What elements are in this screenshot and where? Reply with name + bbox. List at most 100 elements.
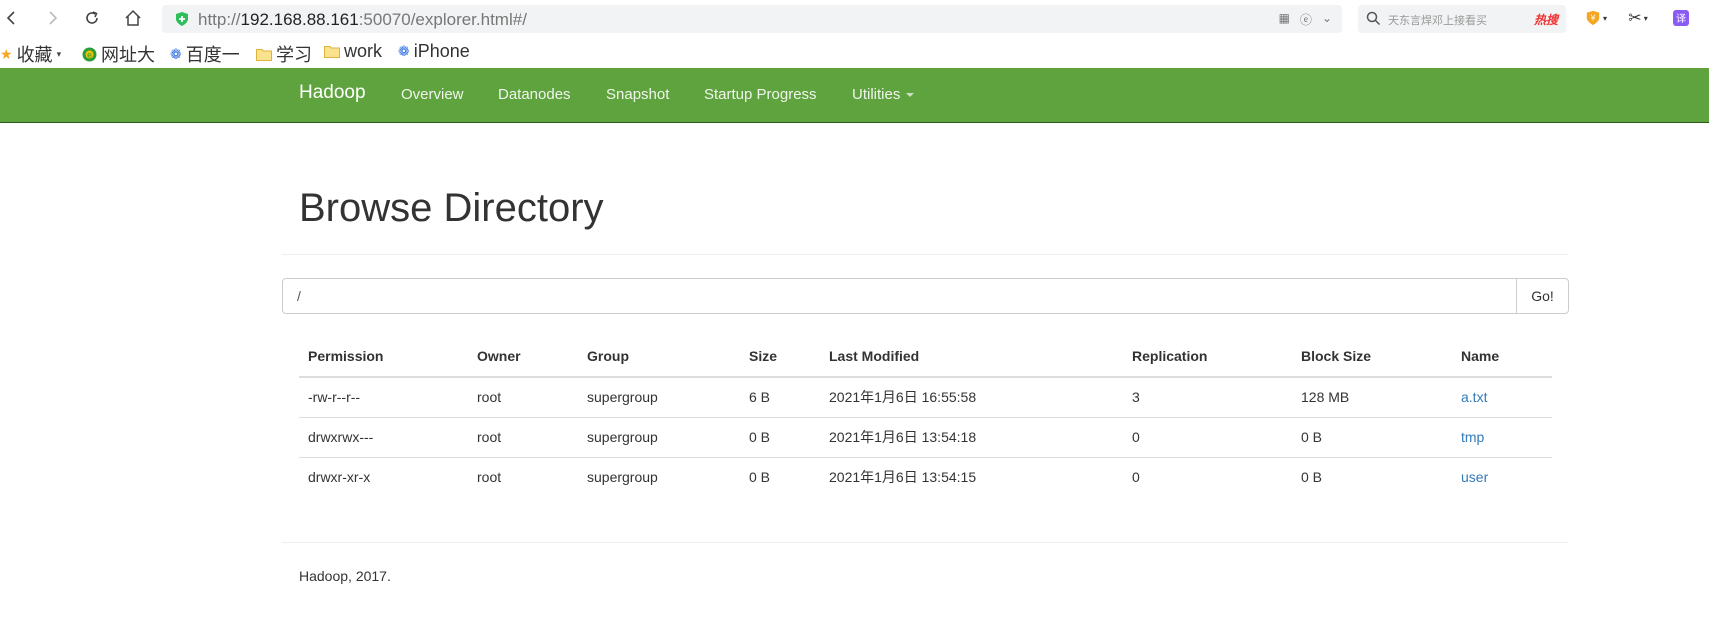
bookmark-item[interactable]: 学习 bbox=[256, 41, 312, 67]
folder-icon bbox=[324, 46, 340, 58]
coin-extension-button[interactable]: ¥ ▾ bbox=[1585, 8, 1607, 28]
hot-search-label[interactable]: 热搜 bbox=[1534, 11, 1558, 28]
baidu-paw-icon: ❁ bbox=[398, 43, 410, 59]
directory-link[interactable]: user bbox=[1461, 469, 1488, 485]
table-header-row: Permission Owner Group Size Last Modifie… bbox=[299, 335, 1552, 378]
bookmark-item[interactable]: ❁ iPhone bbox=[398, 41, 470, 62]
reload-icon bbox=[86, 11, 98, 24]
home-icon bbox=[125, 9, 141, 26]
size-cell: 0 B bbox=[740, 417, 820, 458]
home-button[interactable] bbox=[121, 6, 145, 30]
translate-icon: 译 bbox=[1673, 10, 1689, 26]
url-path: :50070/explorer.html#/ bbox=[358, 10, 527, 29]
back-button[interactable] bbox=[0, 6, 24, 30]
url-host: 192.168.88.161 bbox=[240, 10, 359, 29]
block-size-cell: 0 B bbox=[1292, 417, 1452, 458]
last-modified-cell: 2021年1月6日 13:54:15 bbox=[829, 469, 977, 486]
screenshot-button[interactable]: ✂ ▾ bbox=[1627, 8, 1649, 28]
group-cell: supergroup bbox=[587, 469, 658, 486]
column-header[interactable]: Permission bbox=[299, 335, 468, 378]
name-cell: tmp bbox=[1452, 417, 1552, 458]
column-header[interactable]: Group bbox=[578, 335, 740, 378]
table-row: drwxrwx--- root supergroup 0 B 2021年1月6日… bbox=[299, 417, 1552, 458]
nav-overview[interactable]: Overview bbox=[401, 86, 464, 103]
nav-startup-progress[interactable]: Startup Progress bbox=[704, 86, 817, 103]
file-link[interactable]: a.txt bbox=[1461, 389, 1487, 405]
dropdown-caret-icon: ▾ bbox=[1643, 13, 1648, 23]
column-header[interactable]: Owner bbox=[468, 335, 578, 378]
divider bbox=[282, 542, 1568, 543]
nav-utilities[interactable]: Utilities bbox=[852, 86, 915, 103]
url-text: http://192.168.88.161:50070/explorer.htm… bbox=[198, 10, 527, 30]
forward-button[interactable] bbox=[40, 6, 64, 30]
go-button[interactable]: Go! bbox=[1516, 278, 1569, 314]
bookmark-label: 网址大 bbox=[101, 45, 155, 65]
bookmark-item[interactable]: ❁ 百度一 bbox=[170, 41, 240, 67]
size-cell: 6 B bbox=[740, 377, 820, 418]
column-header[interactable]: Last Modified bbox=[820, 335, 1123, 378]
star-icon: ★ bbox=[0, 45, 13, 62]
last-modified-cell: 2021年1月6日 13:54:18 bbox=[820, 417, 1123, 458]
bookmark-label: 学习 bbox=[276, 45, 312, 65]
divider bbox=[282, 254, 1568, 255]
bookmark-item[interactable]: e 网址大 bbox=[82, 41, 155, 67]
directory-link[interactable]: tmp bbox=[1461, 429, 1484, 445]
svg-text:¥: ¥ bbox=[1590, 14, 1595, 23]
table-row: -rw-r--r-- root supergroup 6 B 2021年1月6日… bbox=[299, 377, 1552, 418]
search-box[interactable]: 天东言焊邓上接看买 热搜 bbox=[1358, 5, 1566, 33]
owner-cell: root bbox=[468, 377, 578, 418]
permission-cell: -rw-r--r-- bbox=[299, 377, 468, 418]
globe-icon: e bbox=[82, 47, 97, 61]
last-modified-cell: 2021年1月6日 16:55:58 bbox=[820, 377, 1123, 418]
permission-cell: drwxr-xr-x bbox=[308, 469, 371, 486]
block-size-cell: 128 MB bbox=[1292, 377, 1452, 418]
column-header[interactable]: Replication bbox=[1123, 335, 1292, 378]
dropdown-caret-icon: ▾ bbox=[1602, 13, 1607, 23]
chevron-left-icon bbox=[6, 11, 15, 25]
group-cell: supergroup bbox=[578, 417, 740, 458]
directory-path-input[interactable]: / bbox=[282, 278, 1517, 314]
name-cell: user bbox=[1452, 457, 1552, 497]
replication-cell: 0 bbox=[1132, 469, 1140, 486]
ie-mode-icon[interactable]: ⓔ bbox=[1300, 11, 1312, 28]
column-header[interactable]: Name bbox=[1452, 335, 1552, 378]
chevron-right-icon bbox=[49, 11, 58, 25]
bookmark-label: iPhone bbox=[413, 41, 470, 61]
bookmark-label: 收藏 bbox=[16, 45, 53, 65]
bookmark-label: work bbox=[344, 41, 383, 61]
address-tools: ▦ ⓔ ⌄ bbox=[1279, 11, 1332, 28]
hadoop-navbar: Hadoop Overview Datanodes Snapshot Start… bbox=[0, 68, 1709, 123]
page-title: Browse Directory bbox=[299, 186, 604, 230]
shield-coin-icon: ¥ bbox=[1586, 10, 1600, 26]
bookmarks-bar: ★ 收藏 ▾ e 网址大 ❁ 百度一 学习 work ❁ iPhone bbox=[0, 38, 1709, 66]
column-header[interactable]: Block Size bbox=[1292, 335, 1452, 378]
address-bar[interactable]: http://192.168.88.161:50070/explorer.htm… bbox=[162, 5, 1342, 33]
nav-snapshot[interactable]: Snapshot bbox=[606, 86, 669, 103]
baidu-paw-icon: ❁ bbox=[170, 45, 182, 62]
bookmark-item[interactable]: work bbox=[324, 41, 382, 62]
permission-cell: drwxrwx--- bbox=[299, 417, 468, 458]
replication-cell: 3 bbox=[1123, 377, 1292, 418]
column-header[interactable]: Size bbox=[740, 335, 820, 378]
directory-table: Permission Owner Group Size Last Modifie… bbox=[299, 335, 1552, 497]
browser-toolbar: http://192.168.88.161:50070/explorer.htm… bbox=[0, 0, 1709, 36]
translate-button[interactable]: 译 bbox=[1670, 8, 1692, 28]
search-icon bbox=[1366, 11, 1381, 26]
qr-code-icon[interactable]: ▦ bbox=[1279, 11, 1290, 28]
owner-cell: root bbox=[468, 417, 578, 458]
scissors-icon: ✂ bbox=[1628, 10, 1642, 27]
chevron-down-icon[interactable]: ⌄ bbox=[1322, 11, 1332, 28]
size-cell: 0 B bbox=[749, 469, 771, 486]
table-row: drwxr-xr-x root supergroup 0 B 2021年1月6日… bbox=[299, 457, 1552, 497]
dropdown-caret-icon: ▾ bbox=[56, 48, 62, 59]
svg-text:e: e bbox=[87, 50, 92, 59]
footer-text: Hadoop, 2017. bbox=[299, 568, 391, 584]
bookmark-favorites[interactable]: ★ 收藏 ▾ bbox=[0, 41, 61, 67]
block-size-cell: 0 B bbox=[1301, 469, 1323, 486]
bookmark-label: 百度一 bbox=[185, 45, 240, 65]
nav-datanodes[interactable]: Datanodes bbox=[498, 86, 571, 103]
brand-link[interactable]: Hadoop bbox=[299, 82, 366, 104]
owner-cell: root bbox=[477, 469, 502, 486]
shield-icon bbox=[176, 12, 188, 26]
reload-button[interactable] bbox=[80, 6, 104, 30]
